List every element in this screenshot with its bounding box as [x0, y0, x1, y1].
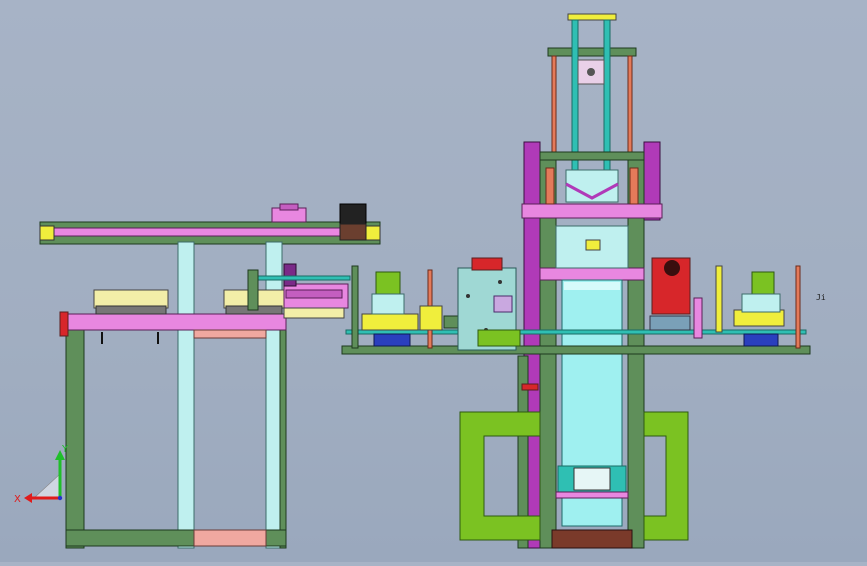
lime-frame-right — [643, 411, 689, 541]
cad-viewport[interactable]: Ji X Y — [0, 0, 867, 562]
right-station-post — [795, 265, 801, 349]
transfer-rod — [249, 275, 351, 281]
gantry-beam-cap-right — [365, 225, 381, 241]
frame-leg-4 — [279, 317, 287, 549]
left-station-head[interactable] — [375, 271, 401, 295]
transfer-post — [247, 269, 259, 311]
gantry-beam-rail — [51, 227, 343, 237]
tower-mid-plate — [539, 267, 645, 281]
transfer-slide-body — [285, 289, 343, 299]
left-station-post — [351, 265, 359, 349]
frame-crossbar-cap — [59, 311, 69, 337]
coordinate-triad[interactable]: X Y — [14, 444, 69, 505]
tower-mid-yellow — [585, 239, 601, 251]
table-rail — [345, 329, 807, 335]
left-station-clamp — [419, 305, 443, 331]
guide-rod-4 — [627, 55, 633, 153]
panel-bolt-3 — [498, 280, 502, 284]
tower-lower-strip — [555, 491, 629, 499]
right-station-body — [741, 293, 781, 313]
center-left-panel-red — [471, 257, 503, 271]
gantry-motor-base — [339, 223, 367, 241]
tray-left[interactable] — [93, 289, 169, 309]
gantry-carriage-top — [279, 203, 299, 211]
tray-left-base — [95, 305, 167, 315]
transfer-gripper[interactable] — [283, 263, 297, 287]
panel-gear — [493, 295, 513, 313]
panel-bolt-1 — [466, 294, 470, 298]
side-note-label: Ji — [816, 293, 826, 302]
triad-z-origin — [57, 495, 63, 501]
right-station-blue — [743, 333, 779, 347]
tower-cylinder-right — [629, 167, 639, 205]
gantry-beam-cap-left — [39, 225, 55, 241]
tower-main-column-edge — [564, 282, 620, 290]
gantry-motor[interactable] — [339, 203, 367, 225]
table-top — [341, 345, 811, 355]
tower-pink-plate — [521, 203, 663, 219]
frame-leg-1 — [65, 317, 85, 549]
panel-lime-base — [477, 329, 521, 347]
tower-lower-block-face — [573, 467, 611, 491]
tower-top-plate — [547, 47, 637, 57]
left-station-blue — [373, 333, 411, 347]
frame-mid-rail — [193, 329, 267, 339]
right-red-motor-wheel — [664, 260, 680, 276]
guide-rod-1 — [551, 55, 557, 153]
left-station-body — [371, 293, 405, 315]
frame-bottom-rail-pink — [193, 529, 267, 547]
tower-cylinder-left — [545, 167, 555, 205]
frame-crossbar — [63, 313, 287, 331]
left-frame-assembly[interactable] — [39, 203, 381, 549]
tower-top-cap — [567, 13, 617, 21]
tower-upper-plate — [539, 151, 645, 161]
transfer-platform — [283, 307, 345, 319]
tower-red-marker — [521, 383, 539, 391]
tower-base-plate — [551, 529, 633, 549]
frame-leg-2 — [177, 241, 195, 549]
triad-x-arrow — [24, 493, 32, 503]
right-station-head[interactable] — [751, 271, 775, 295]
left-station-yellow-block[interactable] — [361, 313, 419, 331]
triad-x-label: X — [14, 494, 21, 505]
tower-block-bolt — [587, 68, 595, 76]
right-station-pink-post — [693, 297, 703, 339]
triad-plane — [33, 473, 61, 499]
right-station-yellow-post — [715, 265, 723, 333]
triad-y-label: Y — [61, 444, 69, 455]
right-station-blue-block — [649, 315, 691, 331]
